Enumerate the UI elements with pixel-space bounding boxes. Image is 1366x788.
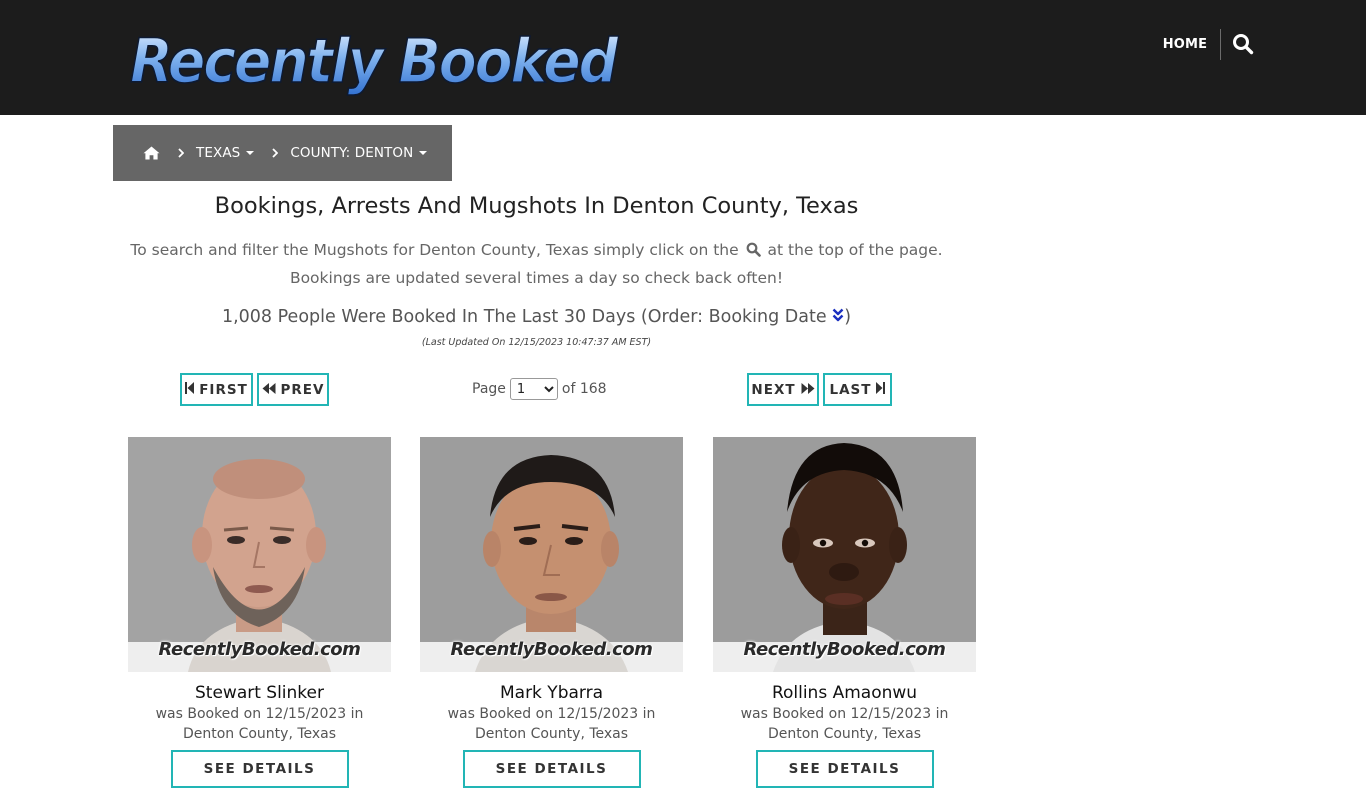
see-details-button[interactable]: SEE DETAILS bbox=[170, 750, 349, 788]
site-logo[interactable]: Recently Booked bbox=[126, 16, 626, 96]
logo-text: Recently Booked bbox=[130, 26, 619, 96]
step-backward-icon bbox=[185, 381, 195, 398]
site-header: Recently Booked HOME bbox=[0, 0, 1366, 115]
intro-text: To search and filter the Mugshots for De… bbox=[113, 237, 960, 291]
breadcrumb-county-label: COUNTY: DENTON bbox=[290, 145, 414, 161]
last-page-button[interactable]: LAST bbox=[823, 373, 892, 406]
mugshot-image bbox=[128, 437, 391, 672]
prev-page-label: PREV bbox=[280, 381, 325, 398]
breadcrumb: TEXAS COUNTY: DENTON bbox=[113, 125, 452, 181]
nav-divider bbox=[1220, 29, 1221, 60]
chevron-right-icon bbox=[178, 148, 184, 158]
person-name-link[interactable]: Stewart Slinker bbox=[128, 682, 391, 704]
see-details-button[interactable]: SEE DETAILS bbox=[462, 750, 641, 788]
caret-down-icon bbox=[246, 151, 255, 155]
booking-card: RecentlyBooked.com Rollins Amaonwu was B… bbox=[713, 437, 976, 788]
nav-home-link[interactable]: HOME bbox=[1150, 34, 1220, 56]
logo-wordmark: Recently Booked bbox=[129, 25, 623, 96]
breadcrumb-county-dropdown[interactable]: COUNTY: DENTON bbox=[290, 145, 428, 161]
mugshot-watermark: RecentlyBooked.com bbox=[743, 639, 946, 660]
page-label: Page bbox=[472, 381, 506, 397]
person-name-link[interactable]: Rollins Amaonwu bbox=[713, 682, 976, 704]
backward-icon bbox=[262, 382, 276, 398]
mugshot-photo[interactable]: RecentlyBooked.com bbox=[128, 437, 391, 672]
mugshot-image bbox=[420, 437, 683, 672]
breadcrumb-state-label: TEXAS bbox=[196, 145, 241, 161]
first-page-button[interactable]: FIRST bbox=[180, 373, 253, 406]
next-page-label: NEXT bbox=[751, 381, 796, 398]
booking-info: was Booked on 12/15/2023 in bbox=[155, 706, 364, 722]
forward-icon bbox=[801, 382, 815, 398]
booking-card: RecentlyBooked.com Mark Ybarra was Booke… bbox=[420, 437, 683, 788]
mugshot-image bbox=[713, 437, 976, 672]
chevron-right-icon bbox=[272, 148, 279, 158]
sort-toggle-icon[interactable] bbox=[832, 304, 844, 332]
breadcrumb-state-dropdown[interactable]: TEXAS bbox=[196, 145, 255, 161]
intro-text-part1: To search and filter the Mugshots for De… bbox=[130, 241, 739, 259]
see-details-button[interactable]: SEE DETAILS bbox=[755, 750, 934, 788]
mugshot-photo[interactable]: RecentlyBooked.com bbox=[713, 437, 976, 672]
page-title: Bookings, Arrests And Mugshots In Denton… bbox=[214, 193, 859, 219]
last-updated-text: (Last Updated On 12/15/2023 10:47:37 AM … bbox=[421, 337, 652, 348]
page-selector: Page 1 of 168 bbox=[472, 377, 607, 401]
page-number-select[interactable]: 1 bbox=[509, 378, 558, 400]
booking-card: RecentlyBooked.com Stewart Slinker was B… bbox=[128, 437, 391, 788]
mugshot-watermark: RecentlyBooked.com bbox=[450, 639, 653, 660]
home-icon[interactable] bbox=[143, 146, 160, 160]
booking-count-close: ) bbox=[844, 307, 852, 327]
first-page-label: FIRST bbox=[199, 381, 248, 398]
next-page-button[interactable]: NEXT bbox=[747, 373, 819, 406]
booking-count-line: 1,008 People Were Booked In The Last 30 … bbox=[113, 303, 960, 332]
caret-down-icon bbox=[419, 151, 428, 155]
booking-location: Denton County, Texas bbox=[474, 726, 629, 742]
mugshot-photo[interactable]: RecentlyBooked.com bbox=[420, 437, 683, 672]
page-total-label: of 168 bbox=[561, 381, 607, 397]
search-icon bbox=[746, 239, 761, 265]
booking-location: Denton County, Texas bbox=[182, 726, 337, 742]
step-forward-icon bbox=[876, 381, 886, 398]
booking-location: Denton County, Texas bbox=[767, 726, 922, 742]
prev-page-button[interactable]: PREV bbox=[257, 373, 329, 406]
last-page-label: LAST bbox=[829, 381, 872, 398]
booking-count-text: 1,008 People Were Booked In The Last 30 … bbox=[221, 307, 827, 327]
mugshot-watermark: RecentlyBooked.com bbox=[158, 639, 361, 660]
booking-info: was Booked on 12/15/2023 in bbox=[740, 706, 949, 722]
search-icon[interactable] bbox=[1232, 33, 1256, 57]
booking-info: was Booked on 12/15/2023 in bbox=[447, 706, 656, 722]
person-name-link[interactable]: Mark Ybarra bbox=[420, 682, 683, 704]
